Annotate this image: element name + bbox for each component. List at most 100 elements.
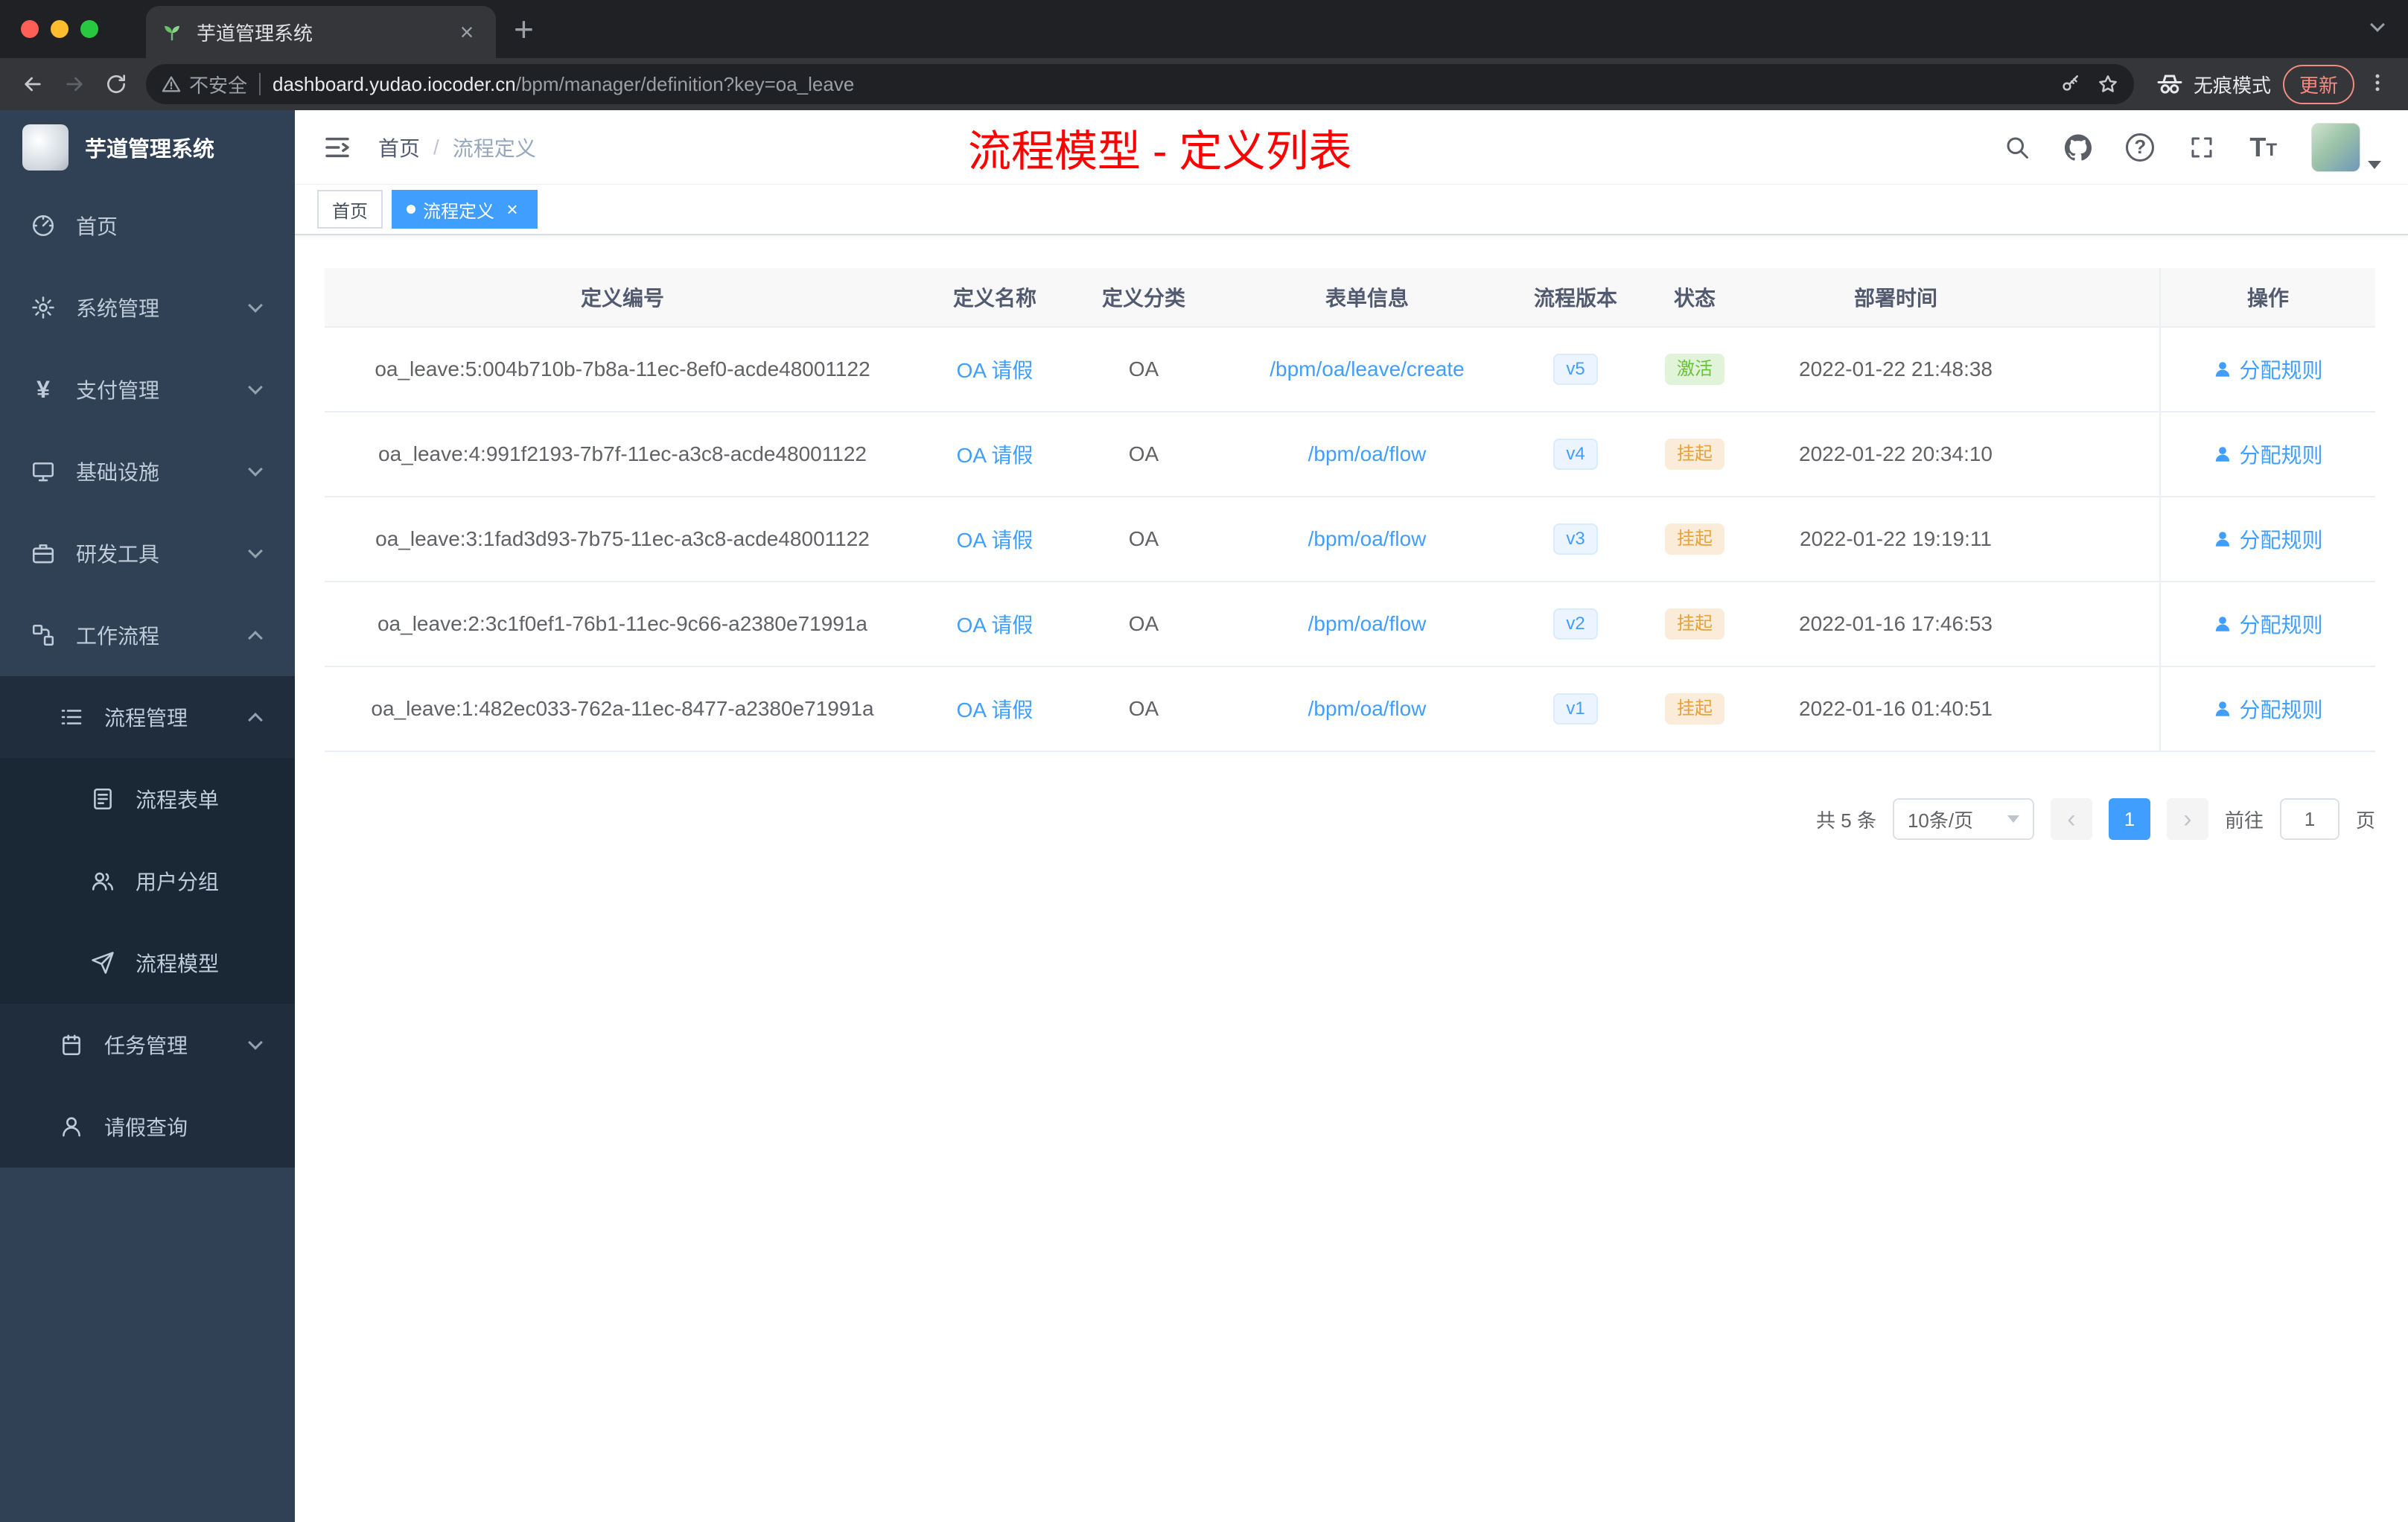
status-badge: 挂起 bbox=[1665, 438, 1724, 471]
gear-icon bbox=[30, 294, 57, 321]
active-dot bbox=[407, 205, 415, 214]
tab-search-chevron-icon[interactable] bbox=[2370, 17, 2385, 32]
sidebar-item-9[interactable]: 流程模型 bbox=[0, 922, 295, 1004]
password-key-icon[interactable] bbox=[2060, 73, 2082, 95]
update-button[interactable]: 更新 bbox=[2282, 64, 2354, 104]
definition-category: OA bbox=[1128, 442, 1159, 465]
user-icon bbox=[2216, 362, 2230, 377]
assign-rule-link[interactable]: 分配规则 bbox=[2213, 609, 2323, 639]
table-row: oa_leave:5:004b710b-7b8a-11ec-8ef0-acde4… bbox=[325, 328, 2375, 413]
send-icon bbox=[89, 949, 116, 976]
tag-close-icon[interactable]: × bbox=[502, 199, 523, 220]
avatar-image bbox=[2311, 122, 2360, 172]
chevron-down-icon bbox=[248, 544, 263, 558]
tab-close-icon[interactable]: × bbox=[453, 18, 481, 46]
incognito-icon bbox=[2157, 74, 2182, 94]
sidebar-item-6[interactable]: 流程管理 bbox=[0, 676, 295, 758]
form-link[interactable]: /bpm/oa/flow bbox=[1308, 527, 1427, 551]
help-icon[interactable]: ? bbox=[2126, 133, 2155, 162]
tag-current[interactable]: 流程定义 × bbox=[392, 190, 538, 229]
forward-button[interactable] bbox=[54, 63, 95, 105]
sidebar-item-7[interactable]: 流程表单 bbox=[0, 758, 295, 840]
page-1-button[interactable]: 1 bbox=[2108, 798, 2150, 840]
sidebar-item-11[interactable]: 请假查询 bbox=[0, 1086, 295, 1168]
workflow-icon bbox=[30, 622, 57, 649]
definition-category: OA bbox=[1128, 612, 1159, 635]
form-link[interactable]: /bpm/oa/flow bbox=[1308, 612, 1427, 636]
minimize-window-button[interactable] bbox=[51, 20, 69, 38]
sidebar-item-label: 首页 bbox=[76, 215, 118, 238]
browser-tab[interactable]: 芋道管理系统 × bbox=[146, 6, 496, 58]
definition-name-link[interactable]: OA 请假 bbox=[957, 524, 1033, 554]
column-header-category: 定义分类 bbox=[1101, 287, 1185, 310]
status-badge: 挂起 bbox=[1665, 608, 1724, 640]
goto-page-input[interactable] bbox=[2279, 798, 2339, 840]
sidebar-item-0[interactable]: 首页 bbox=[0, 185, 295, 267]
form-link[interactable]: /bpm/oa/flow bbox=[1308, 442, 1427, 466]
sidebar-item-1[interactable]: 系统管理 bbox=[0, 267, 295, 348]
tag-home[interactable]: 首页 bbox=[317, 190, 383, 229]
sidebar-item-10[interactable]: 任务管理 bbox=[0, 1004, 295, 1086]
sidebar-item-5[interactable]: 工作流程 bbox=[0, 594, 295, 676]
page-unit-label: 页 bbox=[2355, 809, 2375, 832]
definition-name-link[interactable]: OA 请假 bbox=[957, 439, 1033, 469]
definition-id: oa_leave:3:1fad3d93-7b75-11ec-a3c8-acde4… bbox=[375, 527, 870, 550]
definition-name-link[interactable]: OA 请假 bbox=[957, 609, 1033, 639]
sidebar-toggle-icon[interactable] bbox=[322, 132, 353, 163]
bookmark-star-icon[interactable] bbox=[2097, 73, 2119, 95]
definition-category: OA bbox=[1128, 357, 1159, 380]
reload-button[interactable] bbox=[95, 63, 137, 105]
form-link[interactable]: /bpm/oa/flow bbox=[1308, 697, 1427, 721]
list-icon bbox=[58, 704, 85, 730]
prev-page-button[interactable]: ‹ bbox=[2050, 798, 2092, 840]
briefcase-icon bbox=[30, 540, 57, 567]
form-link[interactable]: /bpm/oa/leave/create bbox=[1270, 357, 1465, 381]
person-icon bbox=[58, 1113, 85, 1140]
chevron-down-icon bbox=[248, 298, 263, 313]
zoom-window-button[interactable] bbox=[80, 20, 98, 38]
assign-rule-link[interactable]: 分配规则 bbox=[2213, 524, 2323, 554]
chevron-down-icon bbox=[248, 1035, 263, 1050]
sidebar-item-3[interactable]: 基础设施 bbox=[0, 430, 295, 512]
fullscreen-icon[interactable] bbox=[2188, 134, 2215, 161]
version-badge: v2 bbox=[1553, 608, 1598, 640]
browser-window: 芋道管理系统 × + 不安全 dashboard.yudao.iocoder.c… bbox=[0, 0, 2408, 1522]
divider bbox=[259, 73, 261, 95]
sidebar-item-label: 流程表单 bbox=[136, 789, 220, 812]
github-icon[interactable] bbox=[2065, 133, 2092, 161]
assign-rule-link[interactable]: 分配规则 bbox=[2213, 694, 2323, 724]
sidebar-item-label: 任务管理 bbox=[104, 1034, 188, 1057]
definition-id: oa_leave:5:004b710b-7b8a-11ec-8ef0-acde4… bbox=[375, 357, 870, 380]
app-root: 芋道管理系统 首页 系统管理 ¥ 支付管理 基础设施 研发工具 工作流程 流程管理 流程表单 用户… bbox=[0, 110, 2408, 1522]
url-text: dashboard.yudao.iocoder.cn/bpm/manager/d… bbox=[273, 72, 855, 95]
table-row: oa_leave:1:482ec033-762a-11ec-8477-a2380… bbox=[325, 667, 2375, 752]
user-avatar[interactable] bbox=[2311, 122, 2381, 172]
font-size-icon[interactable]: TT bbox=[2249, 133, 2277, 161]
sidebar-item-label: 基础设施 bbox=[76, 461, 160, 484]
sidebar-item-4[interactable]: 研发工具 bbox=[0, 512, 295, 594]
sidebar-item-2[interactable]: ¥ 支付管理 bbox=[0, 348, 295, 430]
breadcrumb-home[interactable]: 首页 bbox=[378, 133, 420, 162]
annotation-text: 流程模型 - 定义列表 bbox=[968, 127, 1352, 176]
definition-name-link[interactable]: OA 请假 bbox=[957, 354, 1033, 384]
new-tab-button[interactable]: + bbox=[514, 12, 534, 46]
close-window-button[interactable] bbox=[21, 20, 39, 38]
user-icon bbox=[2216, 532, 2230, 547]
tags-view: 首页 流程定义 × bbox=[295, 185, 2408, 235]
definition-name-link[interactable]: OA 请假 bbox=[957, 694, 1033, 724]
page-size-select[interactable]: 10条/页 bbox=[1892, 798, 2034, 840]
page-content: 定义编号 定义名称 定义分类 表单信息 流程版本 状态 部署时间 操作 oa_l… bbox=[295, 235, 2408, 1522]
address-bar[interactable]: 不安全 dashboard.yudao.iocoder.cn/bpm/manag… bbox=[146, 64, 2134, 104]
search-icon[interactable] bbox=[2004, 134, 2030, 161]
column-header-form: 表单信息 bbox=[1325, 287, 1409, 310]
sidebar-item-8[interactable]: 用户分组 bbox=[0, 840, 295, 922]
back-button[interactable] bbox=[12, 63, 54, 105]
sidebar-logo[interactable]: 芋道管理系统 bbox=[0, 110, 295, 185]
browser-menu-icon[interactable] bbox=[2366, 71, 2389, 98]
assign-rule-link[interactable]: 分配规则 bbox=[2213, 354, 2323, 384]
security-indicator[interactable]: 不安全 bbox=[161, 71, 247, 98]
assign-rule-link[interactable]: 分配规则 bbox=[2213, 439, 2323, 469]
chevron-down-icon bbox=[2007, 815, 2019, 823]
next-page-button[interactable]: › bbox=[2166, 798, 2208, 840]
chevron-up-icon bbox=[248, 631, 263, 646]
